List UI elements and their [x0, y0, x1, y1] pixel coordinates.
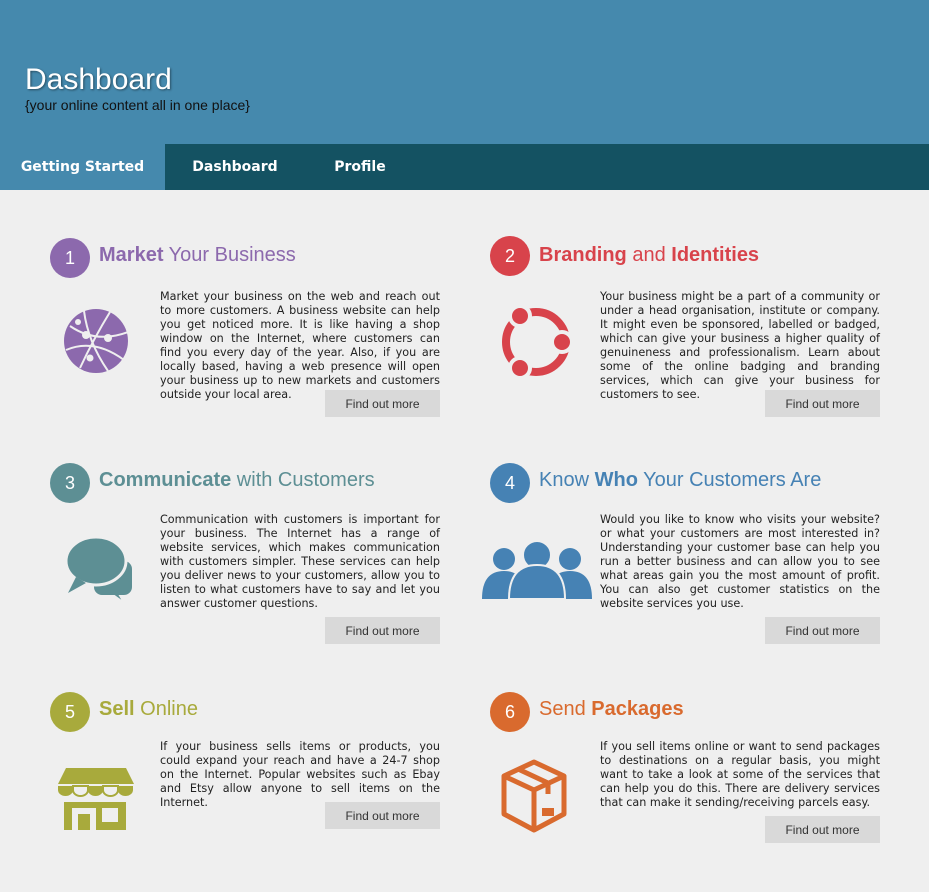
card-text: Would you like to know who visits your w…	[600, 513, 880, 610]
page-title: Dashboard	[25, 63, 172, 96]
card-text: Communication with customers is importan…	[160, 513, 440, 610]
find-out-more-button[interactable]: Find out more	[765, 617, 880, 644]
card-title: Send Packages	[539, 698, 684, 721]
package-icon	[490, 754, 590, 844]
card-title-light: and	[626, 244, 672, 266]
find-out-more-button[interactable]: Find out more	[325, 617, 440, 644]
card-text: Market your business on the web and reac…	[160, 290, 440, 401]
people-icon	[480, 537, 595, 627]
card-text: If your business sells items or products…	[160, 740, 440, 809]
card-sell-online: 5 Sell Online If your business sells ite…	[50, 692, 450, 892]
card-title-strong: Packages	[591, 698, 684, 720]
shop-icon	[50, 762, 150, 852]
tab-getting-started[interactable]: Getting Started	[0, 144, 165, 190]
step-badge: 1	[50, 238, 90, 278]
find-out-more-button[interactable]: Find out more	[765, 816, 880, 843]
card-title-light: Know	[539, 469, 595, 491]
tab-profile[interactable]: Profile	[305, 144, 415, 190]
card-title: Market Your Business	[99, 244, 296, 267]
card-title-strong: Sell	[99, 698, 135, 720]
card-title-light: with Customers	[231, 469, 375, 491]
card-communicate: 3 Communicate with Customers Communicati…	[50, 463, 450, 663]
nav-bar: Getting Started Dashboard Profile	[0, 144, 929, 190]
card-title-strong-2: Identities	[671, 244, 760, 266]
card-market: 1 Market Your Business Market your busin…	[50, 238, 450, 438]
page-subtitle: {your online content all in one place}	[25, 97, 250, 113]
find-out-more-button[interactable]: Find out more	[325, 802, 440, 829]
card-title-light-2: Your Customers Are	[637, 469, 822, 491]
card-title-light: Online	[134, 698, 198, 720]
card-title: Know Who Your Customers Are	[539, 469, 821, 492]
globe-icon	[50, 298, 150, 388]
card-text: If you sell items online or want to send…	[600, 740, 880, 809]
tab-dashboard[interactable]: Dashboard	[165, 144, 305, 190]
step-badge: 6	[490, 692, 530, 732]
card-title: Branding and Identities	[539, 244, 759, 267]
find-out-more-button[interactable]: Find out more	[325, 390, 440, 417]
card-title-light: Your Business	[163, 244, 296, 266]
card-title-strong: Communicate	[99, 469, 232, 491]
card-know-customers: 4 Know Who Your Customers Are Would you …	[482, 463, 890, 663]
find-out-more-button[interactable]: Find out more	[765, 390, 880, 417]
card-text: Your business might be a part of a commu…	[600, 290, 880, 401]
card-title-strong: Market	[99, 244, 164, 266]
card-title-light: Send	[539, 698, 592, 720]
card-title: Sell Online	[99, 698, 198, 721]
card-send-packages: 6 Send Packages If you sell items online…	[490, 692, 890, 892]
card-title-strong: Who	[594, 469, 638, 491]
step-badge: 4	[490, 463, 530, 503]
card-title-strong: Branding	[539, 244, 627, 266]
step-badge: 2	[490, 236, 530, 276]
card-title: Communicate with Customers	[99, 469, 375, 492]
header: Dashboard {your online content all in on…	[0, 0, 929, 144]
step-badge: 5	[50, 692, 90, 732]
chat-icon	[50, 533, 150, 623]
step-badge: 3	[50, 463, 90, 503]
branding-icon	[490, 298, 590, 388]
card-branding: 2 Branding and Identities Your business …	[490, 236, 890, 436]
